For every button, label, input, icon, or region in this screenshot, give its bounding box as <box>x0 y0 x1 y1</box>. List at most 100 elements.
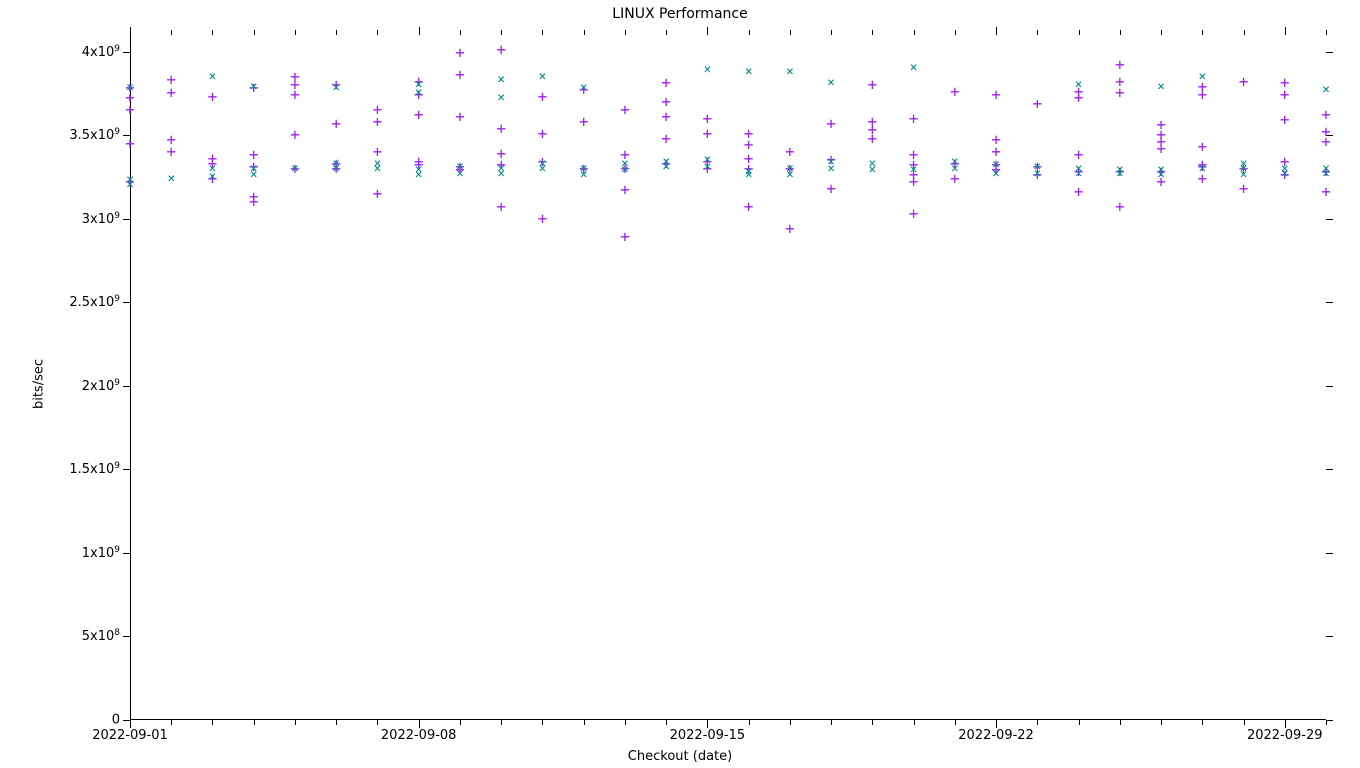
y-tick-label: 3x109 <box>82 211 130 227</box>
data-point-plus: + <box>620 229 630 245</box>
data-point-cross: × <box>415 164 423 177</box>
data-point-plus: + <box>1280 167 1290 183</box>
data-point-plus: + <box>538 126 548 142</box>
data-point-plus: + <box>620 147 630 163</box>
y-tick <box>1326 469 1333 470</box>
x-tick <box>872 30 873 35</box>
data-point-cross: × <box>1281 162 1289 175</box>
data-point-plus: + <box>249 194 259 210</box>
x-tick <box>749 30 750 35</box>
data-point-plus: + <box>1032 96 1042 112</box>
data-point-cross: × <box>209 70 217 83</box>
chart-container: LINUX Performance bits/sec Checkout (dat… <box>0 0 1360 768</box>
x-tick <box>1244 720 1245 725</box>
x-tick <box>996 27 997 35</box>
data-point-cross: × <box>745 166 753 179</box>
x-tick <box>1079 720 1080 725</box>
x-tick <box>914 720 915 725</box>
data-point-cross: × <box>910 62 918 75</box>
data-point-plus: + <box>414 74 424 90</box>
data-point-plus: + <box>455 159 465 175</box>
x-tick <box>254 30 255 35</box>
x-tick <box>955 720 956 725</box>
x-tick <box>584 30 585 35</box>
x-tick <box>1202 30 1203 35</box>
x-tick-label: 2022-09-29 <box>1247 720 1323 743</box>
y-tick-label: 1.5x109 <box>69 461 130 477</box>
data-point-plus: + <box>166 72 176 88</box>
data-point-plus: + <box>1115 85 1125 101</box>
data-point-cross: × <box>1033 167 1041 180</box>
data-point-plus: + <box>909 167 919 183</box>
data-point-cross: × <box>621 164 629 177</box>
data-point-cross: × <box>827 77 835 90</box>
data-point-plus: + <box>496 121 506 137</box>
data-point-plus: + <box>744 126 754 142</box>
data-point-plus: + <box>496 157 506 173</box>
data-point-cross: × <box>209 162 217 175</box>
data-point-cross: × <box>703 160 711 173</box>
data-point-cross: × <box>1075 79 1083 92</box>
x-tick <box>336 720 337 725</box>
y-tick <box>1326 553 1333 554</box>
y-tick-label: 3.5x109 <box>69 127 130 143</box>
chart-title: LINUX Performance <box>0 6 1360 22</box>
x-tick <box>377 720 378 725</box>
x-tick <box>501 720 502 725</box>
data-point-plus: + <box>1115 74 1125 90</box>
data-point-plus: + <box>455 45 465 61</box>
data-point-plus: + <box>579 161 589 177</box>
data-point-plus: + <box>620 102 630 118</box>
x-tick <box>1244 30 1245 35</box>
data-point-plus: + <box>1074 90 1084 106</box>
x-tick <box>419 27 420 35</box>
data-point-cross: × <box>992 159 1000 172</box>
x-tick <box>212 720 213 725</box>
data-point-cross: × <box>1240 157 1248 170</box>
data-point-plus: + <box>579 114 589 130</box>
data-point-cross: × <box>538 70 546 83</box>
x-tick <box>295 720 296 725</box>
x-tick <box>1161 30 1162 35</box>
data-point-plus: + <box>785 144 795 160</box>
data-point-plus: + <box>868 77 878 93</box>
x-tick <box>1037 30 1038 35</box>
x-tick <box>1079 30 1080 35</box>
y-tick <box>1326 636 1333 637</box>
data-point-plus: + <box>826 181 836 197</box>
data-point-plus: + <box>208 151 218 167</box>
x-tick <box>625 720 626 725</box>
x-tick <box>171 30 172 35</box>
data-point-plus: + <box>538 211 548 227</box>
y-tick <box>1326 386 1333 387</box>
data-point-plus: + <box>661 75 671 91</box>
data-point-plus: + <box>373 186 383 202</box>
data-point-cross: × <box>662 155 670 168</box>
data-point-cross: × <box>1240 169 1248 182</box>
data-point-plus: + <box>1074 164 1084 180</box>
data-point-plus: + <box>290 77 300 93</box>
data-point-cross: × <box>662 160 670 173</box>
data-point-cross: × <box>167 172 175 185</box>
data-point-plus: + <box>991 87 1001 103</box>
data-point-cross: × <box>868 164 876 177</box>
x-tick <box>377 30 378 35</box>
data-point-cross: × <box>1157 164 1165 177</box>
data-point-cross: × <box>1322 167 1330 180</box>
data-point-cross: × <box>1116 167 1124 180</box>
data-point-plus: + <box>1032 159 1042 175</box>
data-point-plus: + <box>991 144 1001 160</box>
x-tick <box>295 30 296 35</box>
data-point-plus: + <box>620 161 630 177</box>
data-point-cross: × <box>291 162 299 175</box>
x-axis-label: Checkout (date) <box>0 749 1360 764</box>
x-tick <box>707 27 708 35</box>
data-point-cross: × <box>374 162 382 175</box>
data-point-plus: + <box>1197 159 1207 175</box>
data-point-plus: + <box>1115 164 1125 180</box>
data-point-plus: + <box>1280 75 1290 91</box>
data-point-plus: + <box>1032 167 1042 183</box>
data-point-plus: + <box>785 221 795 237</box>
x-tick <box>542 30 543 35</box>
data-point-plus: + <box>166 132 176 148</box>
